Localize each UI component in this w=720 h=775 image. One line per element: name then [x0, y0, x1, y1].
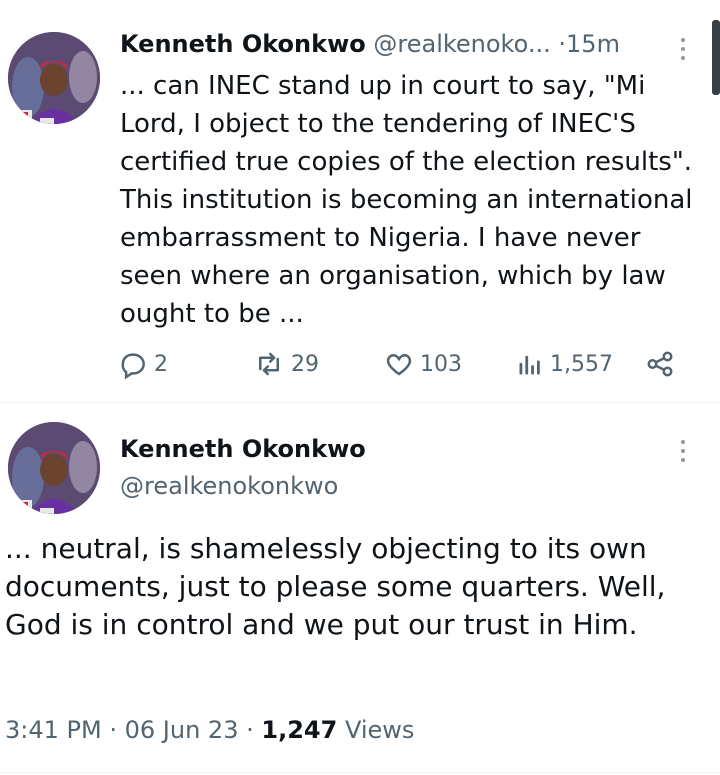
separator-dot: ·	[558, 30, 567, 58]
tweet-meta: 3:41 PM · 06 Jun 23 · 1,247 Views	[5, 716, 414, 744]
reply-icon	[121, 353, 145, 379]
author-name[interactable]: Kenneth Okonkwo	[120, 30, 366, 58]
reply-button[interactable]: 2	[118, 344, 168, 384]
tweet-text: ... can INEC stand up in court to say, "…	[120, 71, 693, 329]
repost-button[interactable]: 29	[253, 344, 319, 384]
scrollbar[interactable]	[712, 20, 720, 95]
author-handle[interactable]: @realkenoko...	[373, 30, 550, 58]
like-icon	[386, 353, 412, 376]
views-count: 1,247	[261, 716, 338, 744]
more-icon[interactable]	[679, 38, 687, 64]
tweet-actions: 2 29 103 1,557	[0, 344, 720, 384]
tweet-text: ... neutral, is shamelessly objecting to…	[5, 532, 666, 641]
share-icon	[647, 351, 673, 377]
avatar[interactable]	[8, 422, 100, 514]
tweet-1-header: Kenneth Okonkwo @realkenoko... ·15m	[120, 30, 620, 58]
views-icon	[519, 355, 540, 375]
tweet-time[interactable]: 15m	[566, 30, 620, 58]
share-button[interactable]	[645, 344, 681, 384]
separator-dot: ·	[246, 716, 254, 744]
separator-dot: ·	[109, 716, 117, 744]
repost-count: 29	[291, 351, 319, 377]
tweet-date[interactable]: 06 Jun 23	[125, 716, 239, 744]
avatar[interactable]	[8, 32, 100, 124]
more-icon[interactable]	[679, 440, 687, 466]
reply-count: 2	[154, 351, 168, 377]
views-button[interactable]: 1,557	[516, 344, 613, 384]
repost-icon	[259, 352, 279, 376]
tweet-time[interactable]: 3:41 PM	[5, 716, 102, 744]
divider	[0, 402, 720, 403]
avatar-photo	[8, 422, 100, 514]
author-handle[interactable]: @realkenokonkwo	[120, 472, 338, 500]
like-count: 103	[420, 351, 462, 377]
author-name[interactable]: Kenneth Okonkwo	[120, 435, 366, 463]
like-button[interactable]: 103	[384, 344, 462, 384]
views-count: 1,557	[550, 351, 613, 377]
divider	[0, 772, 720, 773]
views-label: Views	[344, 716, 415, 744]
avatar-photo	[8, 32, 100, 124]
